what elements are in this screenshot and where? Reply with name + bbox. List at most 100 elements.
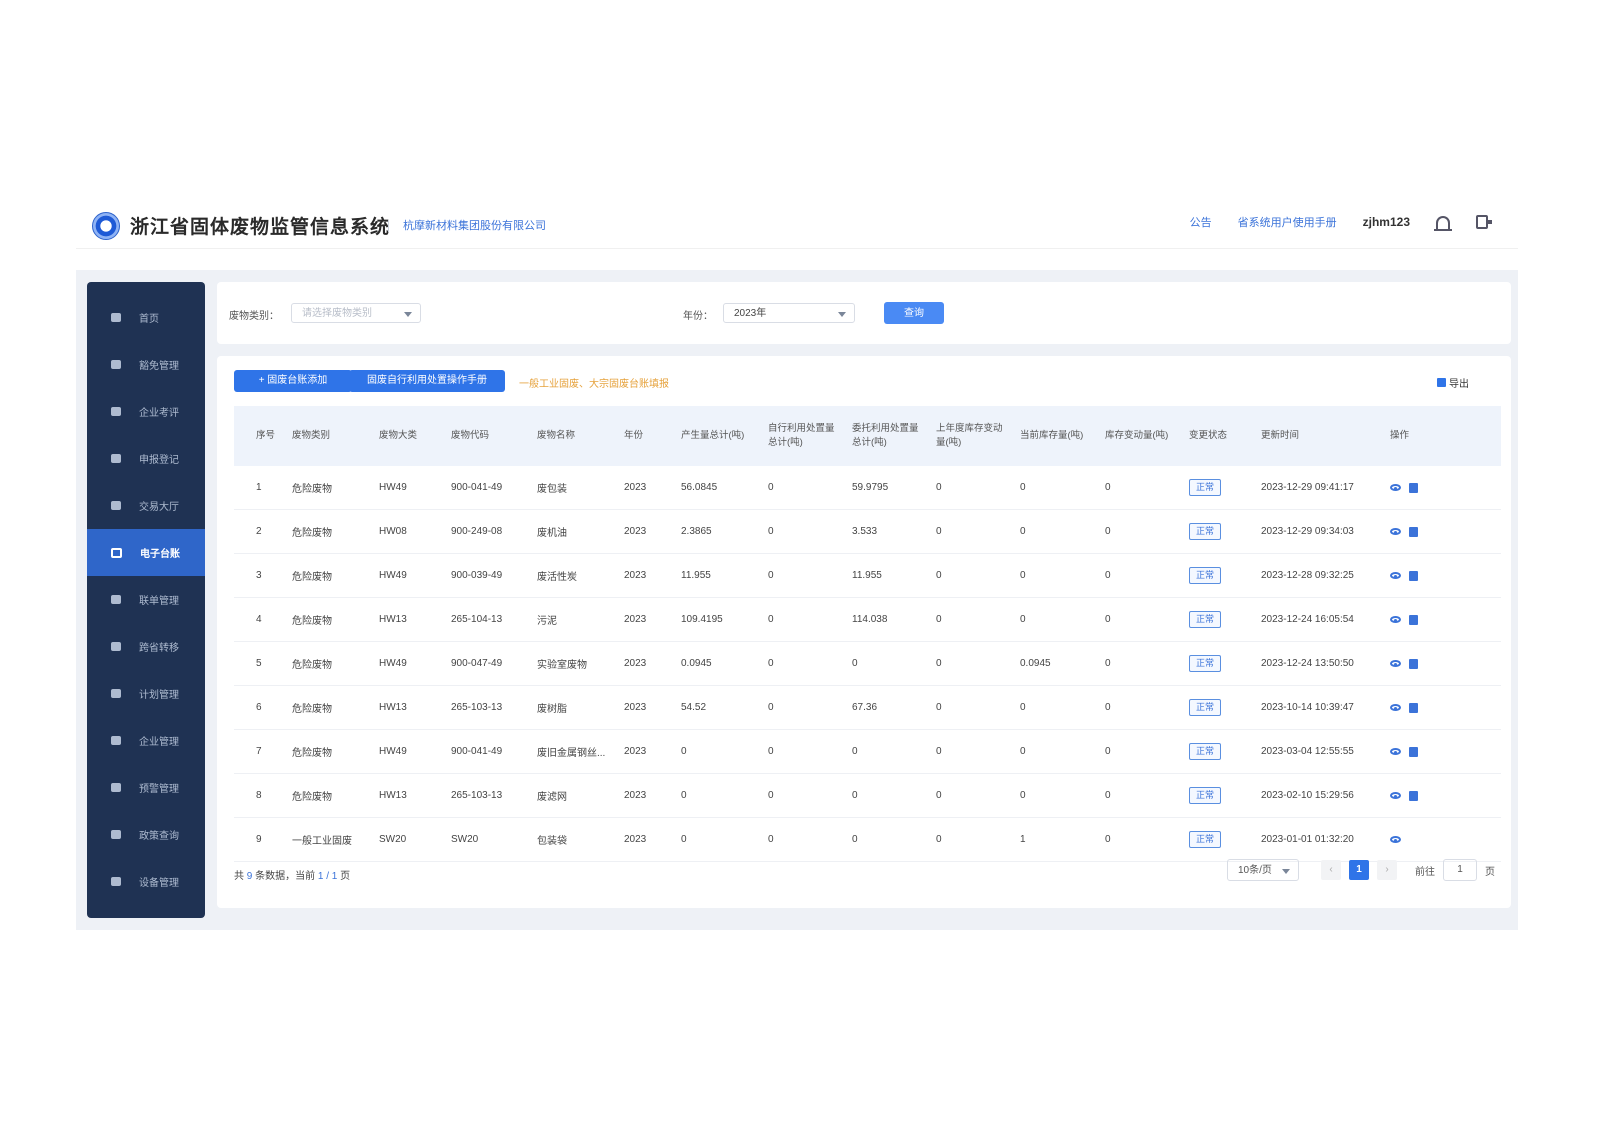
- export-button[interactable]: 导出: [1437, 375, 1469, 390]
- cell-entrust: 11.955: [852, 570, 882, 581]
- cell-updated: 2023-12-24 16:05:54: [1261, 614, 1354, 625]
- sidebar-item-7[interactable]: 跨省转移: [87, 623, 205, 670]
- building-icon: [111, 736, 121, 745]
- username[interactable]: zjhm123: [1363, 215, 1410, 229]
- sidebar-item-3[interactable]: 申报登记: [87, 435, 205, 482]
- view-icon[interactable]: [1390, 572, 1401, 579]
- view-icon[interactable]: [1390, 748, 1401, 755]
- cell-last: 0: [936, 614, 942, 625]
- column-header: 更新时间: [1261, 430, 1300, 441]
- table-row: 4 危险废物 HW13 265-104-13 污泥 2023 109.4195 0 114.03…: [234, 598, 1501, 642]
- sidebar-item-10[interactable]: 预警管理: [87, 764, 205, 811]
- sidebar-item-2[interactable]: 企业考评: [87, 388, 205, 435]
- view-icon[interactable]: [1390, 484, 1401, 491]
- edit-icon[interactable]: [1409, 790, 1418, 801]
- edit-icon[interactable]: [1409, 570, 1418, 581]
- notice-link[interactable]: 一般工业固废、大宗固废台账填报: [519, 375, 669, 390]
- view-icon[interactable]: [1390, 616, 1401, 623]
- sidebar-item-6[interactable]: 联单管理: [87, 576, 205, 623]
- cell-self: 0: [768, 746, 774, 757]
- sidebar-item-11[interactable]: 政策查询: [87, 811, 205, 858]
- logout-icon[interactable]: [1476, 215, 1492, 229]
- year-select[interactable]: 2023年: [723, 303, 855, 323]
- cell-category: 危险废物: [292, 748, 332, 759]
- edit-icon[interactable]: [1409, 614, 1418, 625]
- sidebar-item-label: 首页: [139, 314, 159, 325]
- export-icon: [1437, 378, 1446, 387]
- chevron-down-icon: [404, 312, 412, 317]
- cell-no: 1: [256, 482, 262, 493]
- cell-self: 0: [768, 702, 774, 713]
- column-header: 废物类别: [292, 430, 331, 441]
- cell-class: HW08: [379, 526, 407, 537]
- cell-status: 正常: [1189, 466, 1259, 509]
- cell-status: 正常: [1189, 598, 1259, 641]
- next-page-button[interactable]: ›: [1377, 860, 1397, 880]
- view-icon[interactable]: [1390, 704, 1401, 711]
- cell-status: 正常: [1189, 510, 1259, 553]
- cell-change: 0: [1105, 526, 1111, 537]
- cell-actions: [1390, 818, 1450, 861]
- column-header: 序号: [256, 430, 276, 441]
- cell-year: 2023: [624, 746, 647, 757]
- cell-produce: 11.955: [681, 570, 711, 581]
- cell-entrust: 67.36: [852, 702, 878, 713]
- cell-last: 0: [936, 526, 942, 537]
- sidebar-item-12[interactable]: 设备管理: [87, 858, 205, 905]
- edit-icon[interactable]: [1409, 482, 1418, 493]
- bell-icon[interactable]: [1434, 215, 1452, 231]
- status-badge: 正常: [1189, 831, 1222, 848]
- edit-icon[interactable]: [1409, 746, 1418, 757]
- operation-manual-button[interactable]: 固废自行利用处置操作手册: [349, 370, 505, 392]
- cell-self: 0: [768, 834, 774, 845]
- cell-year: 2023: [624, 702, 647, 713]
- cell-code: 265-103-13: [451, 790, 503, 801]
- cell-category: 危险废物: [292, 792, 332, 803]
- column-header: 上年度库存变动量(吨): [936, 423, 1003, 448]
- sidebar-item-1[interactable]: 豁免管理: [87, 341, 205, 388]
- edit-icon[interactable]: [1409, 526, 1418, 537]
- view-icon[interactable]: [1390, 660, 1401, 667]
- waste-type-select[interactable]: 请选择废物类别: [291, 303, 421, 323]
- cell-entrust: 3.533: [852, 526, 878, 537]
- company-name: 杭摩新材料集团股份有限公司: [388, 220, 546, 232]
- sidebar-item-0[interactable]: 首页: [87, 294, 205, 341]
- alert-icon: [111, 783, 121, 792]
- goto-page-input[interactable]: 1: [1443, 859, 1477, 881]
- cell-stock: 0: [1020, 570, 1026, 581]
- sidebar-item-8[interactable]: 计划管理: [87, 670, 205, 717]
- view-icon[interactable]: [1390, 792, 1401, 799]
- cell-status: 正常: [1189, 686, 1259, 729]
- pagination-summary: 共 9 条数据，当前 1 / 1 页: [234, 867, 350, 882]
- add-ledger-button[interactable]: + 固废台账添加: [234, 370, 352, 392]
- sidebar-item-4[interactable]: 交易大厅: [87, 482, 205, 529]
- cell-no: 5: [256, 658, 262, 669]
- edit-icon[interactable]: [1409, 658, 1418, 669]
- cell-actions: [1390, 730, 1450, 773]
- user-manual-link[interactable]: 省系统用户使用手册: [1238, 214, 1337, 230]
- sidebar-item-9[interactable]: 企业管理: [87, 717, 205, 764]
- sidebar-item-label: 设备管理: [139, 878, 179, 889]
- cell-name: 污泥: [537, 616, 557, 627]
- view-icon[interactable]: [1390, 836, 1401, 843]
- cell-no: 4: [256, 614, 262, 625]
- summary-mid: 条数据，当前: [255, 871, 316, 882]
- cell-last: 0: [936, 834, 942, 845]
- waste-type-placeholder: 请选择废物类别: [302, 308, 372, 319]
- store-icon: [111, 501, 121, 510]
- cell-produce: 56.0845: [681, 482, 718, 493]
- cell-last: 0: [936, 790, 942, 801]
- page-size-select[interactable]: 10条/页: [1227, 859, 1299, 881]
- announcement-link[interactable]: 公告: [1190, 214, 1212, 230]
- cell-change: 0: [1105, 570, 1111, 581]
- sidebar-item-5[interactable]: 电子台账: [87, 529, 205, 576]
- sidebar-item-label: 豁免管理: [139, 361, 179, 372]
- query-button[interactable]: 查询: [884, 302, 944, 324]
- page-button-current[interactable]: 1: [1349, 860, 1369, 880]
- cell-no: 7: [256, 746, 262, 757]
- cell-code: SW20: [451, 834, 479, 845]
- view-icon[interactable]: [1390, 528, 1401, 535]
- cell-code: 900-041-49: [451, 482, 503, 493]
- edit-icon[interactable]: [1409, 702, 1418, 713]
- prev-page-button[interactable]: ‹: [1321, 860, 1341, 880]
